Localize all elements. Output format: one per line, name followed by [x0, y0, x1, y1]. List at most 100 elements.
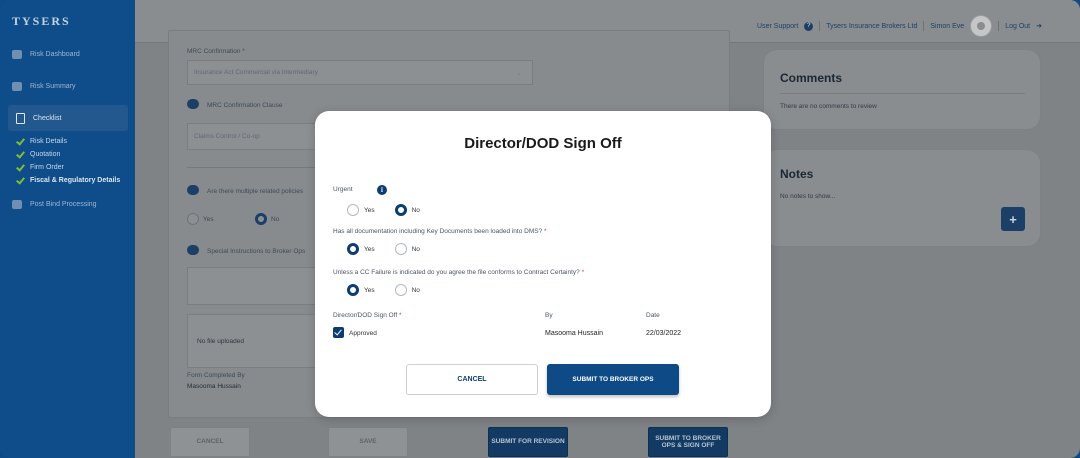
signoff-date-value: 22/03/2022 — [646, 330, 682, 337]
radio-circle — [394, 243, 407, 255]
save-button[interactable]: SAVE — [328, 427, 408, 457]
contract-certainty-question: Unless a CC Failure is indicated do you … — [333, 269, 584, 276]
column-label: Director/DOD Sign Off — [333, 312, 398, 319]
header-links: User Support ? Tysers Insurance Brokers … — [757, 15, 1042, 37]
mrc-confirmation-label: MRC Confirmation * — [187, 48, 245, 55]
company-name: Tysers Insurance Brokers Ltd — [826, 22, 918, 30]
sidebar-item-risk-dashboard[interactable]: Risk Dashboard — [12, 50, 80, 59]
comment-icon[interactable] — [187, 245, 199, 255]
sidebar-item-checklist[interactable]: Checklist — [8, 105, 128, 131]
comment-icon[interactable] — [187, 99, 199, 109]
signoff-by-value: Masooma Hussain — [545, 330, 603, 337]
divider — [923, 21, 925, 31]
mrc-clause-label: MRC Confirmation Clause — [207, 102, 283, 109]
logo: TYSERS — [12, 14, 71, 29]
sidebar-item-label: Post Bind Processing — [30, 201, 97, 208]
subitem-firm-order[interactable]: Firm Order — [16, 163, 64, 171]
required-marker: * — [581, 269, 585, 276]
radio-label: No — [411, 245, 420, 253]
contract-certainty-radio-group: Yes No — [347, 284, 440, 296]
divider — [819, 21, 821, 31]
subitem-label: Quotation — [30, 150, 61, 158]
sidebar: TYSERS Risk Dashboard Risk Summary Check… — [0, 0, 135, 458]
by-column-header: By — [545, 312, 553, 319]
radio-docs-no[interactable]: No — [394, 243, 420, 255]
divider — [998, 21, 1000, 31]
mrc-clause-input[interactable]: Claims Control / Co-op — [187, 123, 322, 150]
edit-icon — [12, 200, 22, 209]
radio-label: Yes — [364, 286, 375, 294]
check-icon — [16, 163, 24, 171]
modal-cancel-button[interactable]: CANCEL — [406, 364, 538, 395]
subitem-label: Firm Order — [30, 163, 64, 171]
subitem-fiscal-regulatory[interactable]: Fiscal & Regulatory Details — [16, 176, 120, 184]
radio-label: No — [411, 286, 420, 294]
dashboard-icon — [12, 50, 22, 59]
radio-yes-label: Yes — [203, 216, 214, 223]
radio-no[interactable] — [255, 213, 267, 225]
comment-icon[interactable] — [187, 185, 199, 195]
urgent-label: Urgent — [333, 186, 353, 193]
special-instructions-input[interactable] — [187, 267, 327, 305]
avatar[interactable] — [970, 15, 993, 37]
radio-circle — [394, 284, 407, 296]
comments-title: Comments — [780, 71, 843, 85]
approved-label: Approved — [349, 330, 377, 337]
radio-label: No — [411, 206, 420, 214]
urgent-radio-group: Yes No — [347, 204, 440, 216]
info-icon[interactable]: i — [377, 185, 387, 195]
question-text: Has all documentation including Key Docu… — [333, 228, 543, 235]
modal-title: Director/DOD Sign Off — [464, 135, 622, 152]
question-text: Unless a CC Failure is indicated do you … — [333, 269, 580, 276]
radio-circle — [347, 243, 359, 255]
comments-empty-text: There are no comments to review — [780, 103, 877, 110]
radio-no-label: No — [271, 216, 280, 223]
radio-urgent-yes[interactable]: Yes — [347, 204, 375, 216]
help-icon[interactable]: ? — [804, 21, 814, 31]
select-value: Insurance Act Commercial via Intermediar… — [194, 69, 318, 76]
required-marker: * — [544, 228, 547, 235]
no-file-text: No file uploaded — [197, 337, 244, 345]
radio-urgent-no[interactable]: No — [394, 204, 420, 216]
submit-revision-button[interactable]: SUBMIT FOR REVISION — [488, 427, 568, 457]
subitem-label: Fiscal & Regulatory Details — [30, 176, 121, 184]
documentation-radio-group: Yes No — [347, 243, 440, 255]
summary-icon — [12, 82, 22, 91]
notes-title: Notes — [780, 167, 814, 181]
cancel-button[interactable]: CANCEL — [170, 427, 250, 457]
special-instructions-label: Special Instructions to Broker Ops — [207, 248, 306, 255]
subitem-label: Risk Details — [30, 137, 67, 145]
radio-cc-yes[interactable]: Yes — [347, 284, 375, 296]
submit-signoff-button[interactable]: SUBMIT TO BROKER OPS & SIGN OFF — [648, 427, 728, 457]
radio-yes[interactable] — [187, 213, 199, 225]
subitem-risk-details[interactable]: Risk Details — [16, 137, 67, 145]
signoff-modal: Director/DOD Sign Off Urgent i Yes No Ha… — [315, 111, 771, 417]
submit-broker-ops-button[interactable]: SUBMIT TO BROKER OPS — [547, 364, 679, 395]
logout-icon[interactable]: ➜ — [1036, 22, 1042, 30]
add-note-button[interactable]: + — [1001, 207, 1025, 231]
notes-empty-text: No notes to show... — [780, 193, 836, 200]
logout-link[interactable]: Log Out — [1005, 23, 1030, 30]
sidebar-item-label: Risk Summary — [30, 83, 76, 90]
sidebar-item-post-bind[interactable]: Post Bind Processing — [12, 200, 97, 209]
form-completed-by-value: Masooma Hussain — [187, 383, 241, 390]
radio-cc-no[interactable]: No — [394, 284, 420, 296]
file-upload-area[interactable]: No file uploaded — [187, 314, 327, 368]
radio-circle — [394, 204, 407, 216]
radio-docs-yes[interactable]: Yes — [347, 243, 375, 255]
comments-panel: Comments There are no comments to review — [763, 49, 1041, 130]
radio-label: Yes — [364, 206, 375, 214]
multiple-policies-label: Are there multiple related policies — [207, 188, 304, 195]
approved-checkbox[interactable] — [333, 327, 344, 338]
required-marker: * — [399, 312, 402, 319]
form-completed-by-label: Form Completed By — [187, 372, 245, 379]
divider — [780, 93, 1025, 94]
sidebar-item-risk-summary[interactable]: Risk Summary — [12, 82, 76, 91]
radio-label: Yes — [364, 245, 375, 253]
subitem-quotation[interactable]: Quotation — [16, 150, 60, 158]
documentation-question: Has all documentation including Key Docu… — [333, 228, 547, 235]
date-column-header: Date — [646, 312, 660, 319]
user-support-link[interactable]: User Support — [757, 23, 798, 30]
divider — [187, 167, 327, 168]
mrc-confirmation-select[interactable]: Insurance Act Commercial via Intermediar… — [187, 60, 533, 85]
